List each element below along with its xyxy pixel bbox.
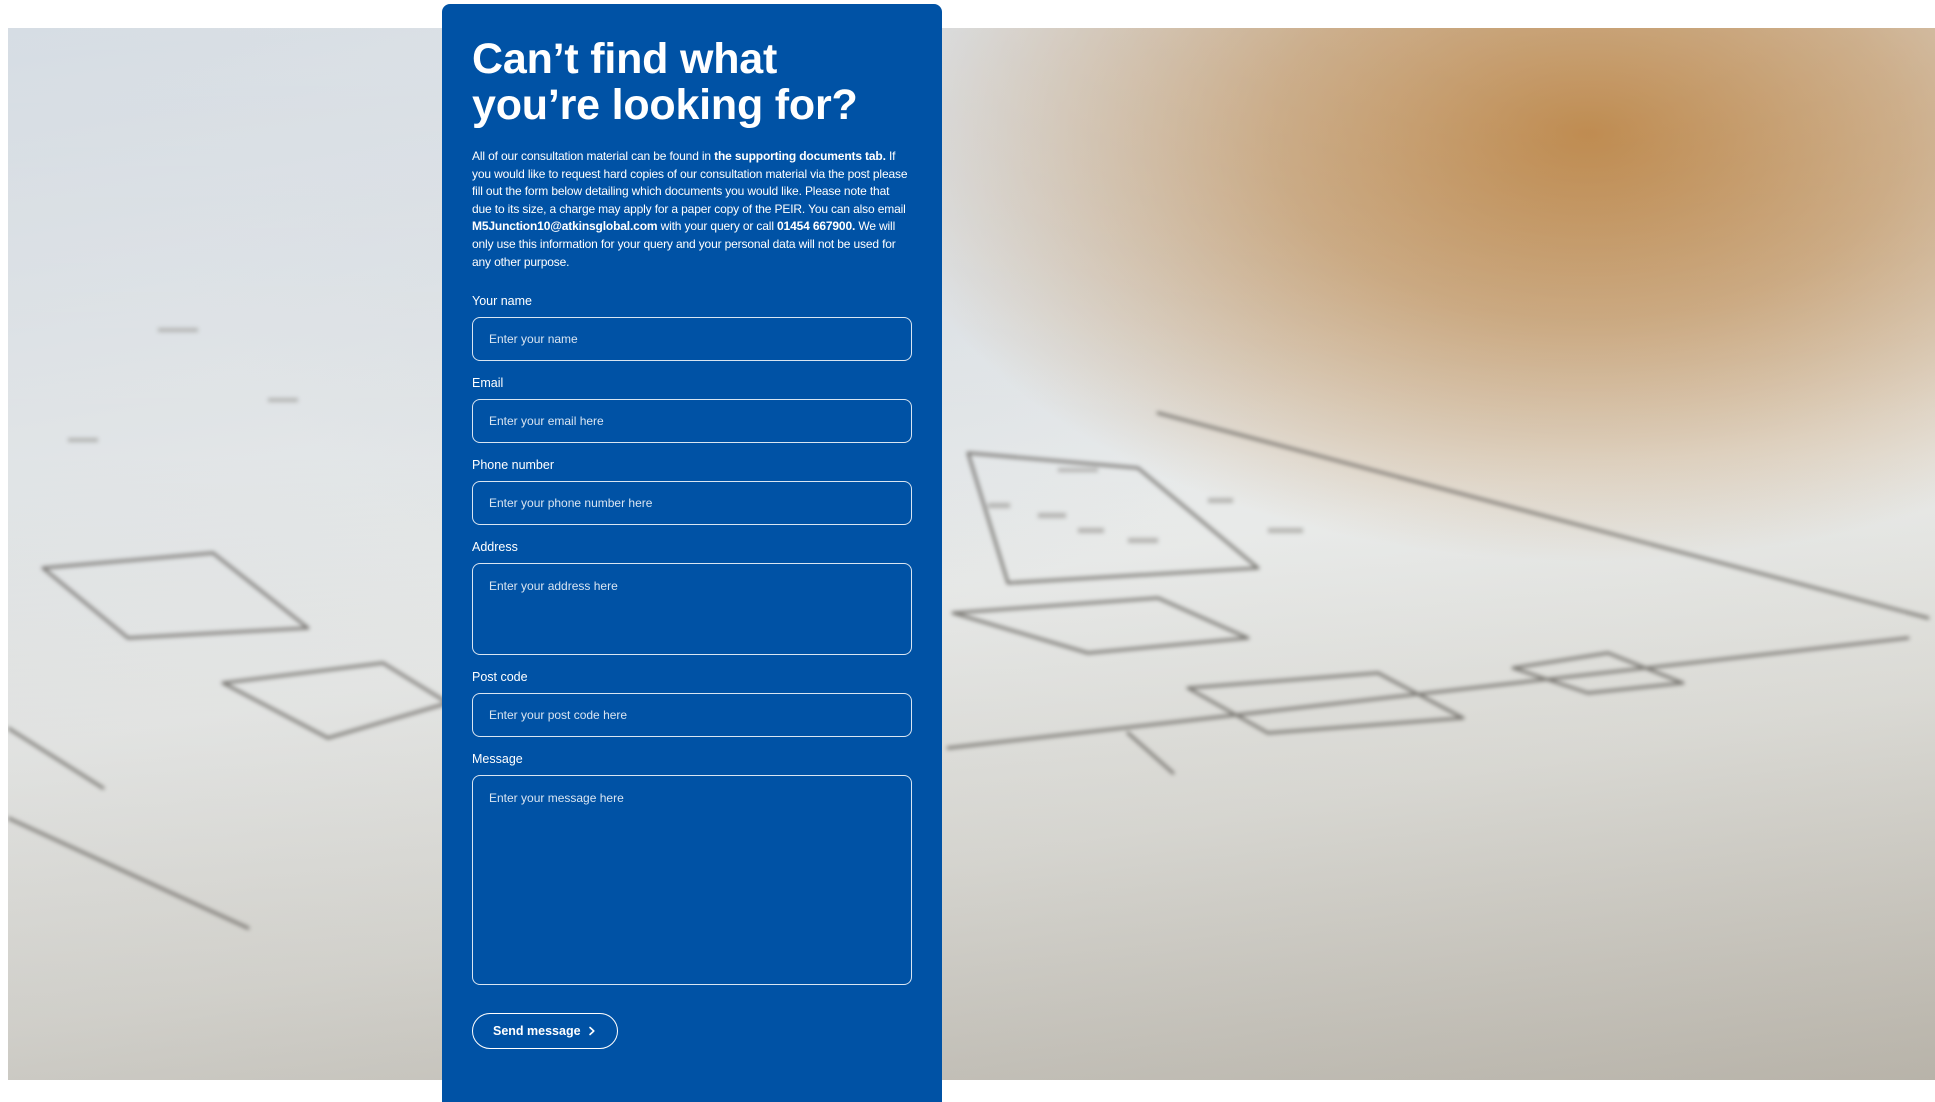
contact-phone-number: 01454 667900. [777, 219, 856, 234]
contact-panel: Can’t find what you’re looking for? All … [442, 4, 942, 1102]
supporting-documents-link[interactable]: the supporting documents tab. [714, 149, 886, 163]
field-name: Your name [472, 293, 912, 362]
intro-text: All of our consultation material can be … [472, 148, 912, 271]
name-label: Your name [472, 294, 532, 309]
message-input[interactable] [472, 775, 912, 986]
page-title: Can’t find what you’re looking for? [472, 36, 912, 128]
field-phone: Phone number [472, 457, 912, 526]
field-email: Email [472, 375, 912, 444]
phone-input[interactable] [472, 481, 912, 526]
field-postcode: Post code [472, 669, 912, 738]
field-message: Message [472, 751, 912, 986]
title-line-2: you’re looking for? [472, 81, 858, 129]
postcode-input[interactable] [472, 693, 912, 738]
contact-form: Your name Email Phone number Address Pos… [472, 293, 912, 1050]
title-line-1: Can’t find what [472, 35, 778, 83]
message-label: Message [472, 752, 523, 767]
postcode-label: Post code [472, 670, 528, 685]
page: Can’t find what you’re looking for? All … [0, 0, 1935, 1102]
intro-text-part-3: with your query or call [657, 219, 778, 234]
name-input[interactable] [472, 317, 912, 362]
address-input[interactable] [472, 563, 912, 656]
chevron-right-icon [588, 1026, 595, 1036]
background-shade [8, 28, 1935, 1080]
email-input[interactable] [472, 399, 912, 444]
background-photo [8, 28, 1935, 1080]
address-label: Address [472, 540, 518, 555]
send-message-button[interactable]: Send message [472, 1013, 618, 1050]
send-message-label: Send message [493, 1024, 581, 1039]
email-label: Email [472, 376, 504, 391]
intro-text-part-1: All of our consultation material can be … [472, 149, 715, 163]
field-address: Address [472, 539, 912, 656]
phone-label: Phone number [472, 458, 555, 473]
contact-email-link[interactable]: M5Junction10@atkinsglobal.com [472, 219, 658, 233]
